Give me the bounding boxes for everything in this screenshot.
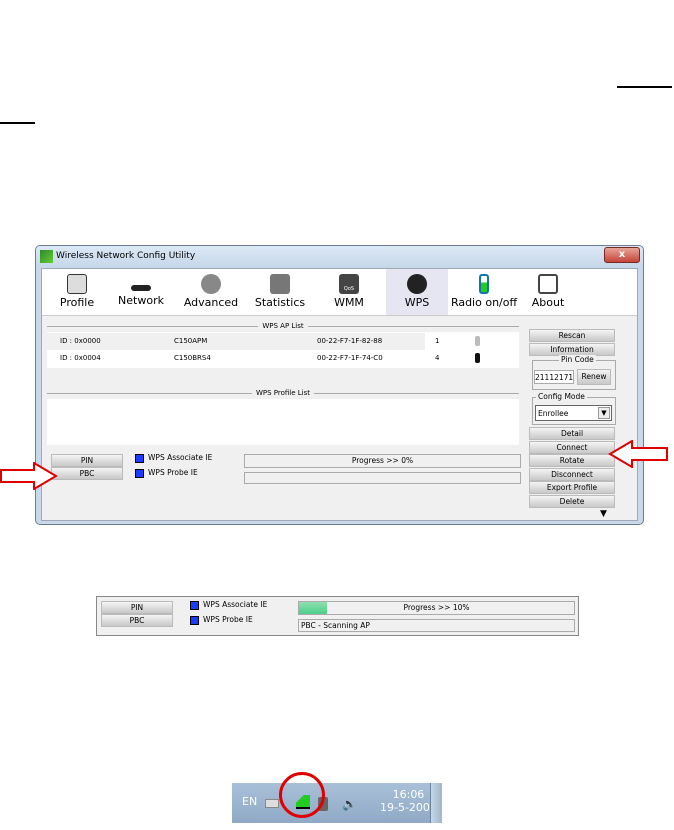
progress-label: Progress >> 10%: [403, 603, 470, 612]
status-field: PBC - Scanning AP: [298, 619, 575, 632]
ap-channel: 4: [435, 354, 440, 362]
tab-statistics[interactable]: Statistics: [252, 269, 308, 315]
progress-fill: [299, 602, 327, 614]
close-button[interactable]: x: [604, 247, 640, 263]
ap-id: ID : 0x0000: [60, 337, 101, 345]
wps-probe-ie-checkbox[interactable]: [190, 616, 199, 625]
gears-icon: [201, 274, 221, 294]
ap-ssid: C150APM: [174, 337, 208, 345]
tab-radio[interactable]: Radio on/off: [450, 269, 518, 315]
speaker-icon[interactable]: 🔈: [342, 797, 357, 811]
arrow-left-icon: [608, 440, 668, 468]
wps-probe-ie-label: WPS Probe IE: [203, 615, 253, 624]
tab-network[interactable]: Network: [114, 269, 168, 315]
underline-rule: [0, 122, 35, 124]
disconnect-button[interactable]: Disconnect: [529, 468, 615, 481]
show-desktop-button[interactable]: [430, 783, 442, 823]
key-icon: [475, 353, 480, 363]
keyboard-icon[interactable]: [265, 799, 279, 808]
tab-label: Advanced: [183, 296, 239, 309]
tab-label: WMM: [334, 296, 364, 309]
about-icon: [538, 274, 558, 294]
config-mode-label: Config Mode: [536, 392, 587, 401]
export-profile-button[interactable]: Export Profile: [529, 481, 615, 494]
tab-label: Profile: [59, 296, 95, 309]
config-mode-select[interactable]: Enrollee ▼: [535, 405, 612, 421]
wps-associate-ie-label: WPS Associate IE: [203, 600, 268, 609]
wps-probe-ie-checkbox[interactable]: [135, 469, 144, 478]
section-title: WPS Profile List: [251, 389, 315, 397]
window-title: Wireless Network Config Utility: [56, 251, 196, 261]
arrow-right-icon: [0, 462, 58, 490]
profile-icon: [67, 274, 87, 294]
renew-button[interactable]: Renew: [577, 369, 611, 385]
pbc-button[interactable]: PBC: [101, 614, 173, 627]
toolbar: Profile Network Advanced Statistics QoS W…: [42, 269, 637, 316]
router-icon: [131, 285, 151, 291]
table-row[interactable]: ID : 0x0004 C150BRS4 00-22-F7-1F-74-C0 4: [47, 350, 519, 367]
ap-channel: 1: [435, 337, 440, 345]
app-wireless-icon: [40, 250, 53, 263]
wps-associate-ie-checkbox[interactable]: [135, 454, 144, 463]
section-title: WPS AP List: [258, 322, 308, 330]
wps-associate-ie-checkbox[interactable]: [190, 601, 199, 610]
scroll-down-icon[interactable]: ▼: [600, 509, 607, 519]
tab-label: Radio on/off: [450, 296, 518, 309]
wps-probe-ie-label: WPS Probe IE: [148, 468, 198, 477]
delete-button[interactable]: Delete: [529, 495, 615, 508]
rescan-button[interactable]: Rescan: [529, 329, 615, 342]
status-field: [244, 472, 521, 484]
tab-label: Network: [118, 294, 164, 307]
date: 19-5-2009: [380, 801, 437, 814]
tab-about[interactable]: About: [528, 269, 568, 315]
wps-icon: [407, 274, 427, 294]
qos-icon: QoS: [339, 274, 359, 294]
pin-button[interactable]: PIN: [51, 454, 123, 467]
ap-bssid: 00-22-F7-1F-74-C0: [317, 354, 383, 362]
wps-profile-list-header: WPS Profile List: [47, 389, 519, 397]
tab-label: WPS: [404, 296, 430, 309]
wps-associate-ie-label: WPS Associate IE: [148, 453, 213, 462]
tab-label: About: [531, 296, 565, 309]
connect-button[interactable]: Connect: [529, 441, 615, 454]
language-indicator[interactable]: EN: [242, 795, 257, 808]
pin-code-field[interactable]: 21112171: [534, 370, 574, 384]
tab-profile[interactable]: Profile: [52, 269, 102, 315]
highlight-circle: [279, 772, 325, 818]
key-icon: [475, 336, 480, 346]
pin-code-group: Pin Code 21112171 Renew: [532, 355, 616, 390]
pin-button[interactable]: PIN: [101, 601, 173, 614]
time: 16:06: [392, 788, 425, 801]
progress-bar: Progress >> 0%: [244, 454, 521, 468]
ap-bssid: 00-22-F7-1F-82-88: [317, 337, 383, 345]
wps-ap-list-header: WPS AP List: [47, 322, 519, 330]
underline-rule: [617, 86, 672, 88]
chevron-down-icon[interactable]: ▼: [598, 407, 610, 419]
pin-code-label: Pin Code: [559, 355, 596, 364]
client-area: Profile Network Advanced Statistics QoS W…: [41, 268, 638, 521]
tab-label: Statistics: [254, 296, 306, 309]
ap-ssid: C150BRS4: [174, 354, 211, 362]
wireless-config-window: Wireless Network Config Utility x Profil…: [35, 245, 644, 525]
rotate-button[interactable]: Rotate: [529, 454, 615, 467]
ap-id: ID : 0x0004: [60, 354, 101, 362]
title-bar: Wireless Network Config Utility x: [36, 246, 643, 268]
tab-wps[interactable]: WPS: [386, 269, 448, 315]
config-mode-group: Config Mode Enrollee ▼: [532, 392, 616, 425]
table-row[interactable]: ID : 0x0000 C150APM 00-22-F7-1F-82-88 1: [47, 333, 480, 350]
wps-ap-list[interactable]: ID : 0x0000 C150APM 00-22-F7-1F-82-88 1 …: [47, 332, 519, 368]
wps-progress-strip: PIN PBC WPS Associate IE WPS Probe IE Pr…: [96, 596, 579, 636]
config-mode-value: Enrollee: [538, 409, 569, 418]
detail-button[interactable]: Detail: [529, 427, 615, 440]
wps-profile-list[interactable]: [47, 399, 519, 445]
taskbar-tray: EN 🔈 16:06 19-5-2009: [232, 783, 442, 823]
statistics-icon: [270, 274, 290, 294]
tab-advanced[interactable]: Advanced: [182, 269, 240, 315]
pbc-button[interactable]: PBC: [51, 467, 123, 480]
clock[interactable]: 16:06 19-5-2009: [380, 788, 437, 814]
tab-wmm[interactable]: QoS WMM: [324, 269, 374, 315]
progress-bar: Progress >> 10%: [298, 601, 575, 615]
radio-antenna-icon: [479, 274, 489, 294]
